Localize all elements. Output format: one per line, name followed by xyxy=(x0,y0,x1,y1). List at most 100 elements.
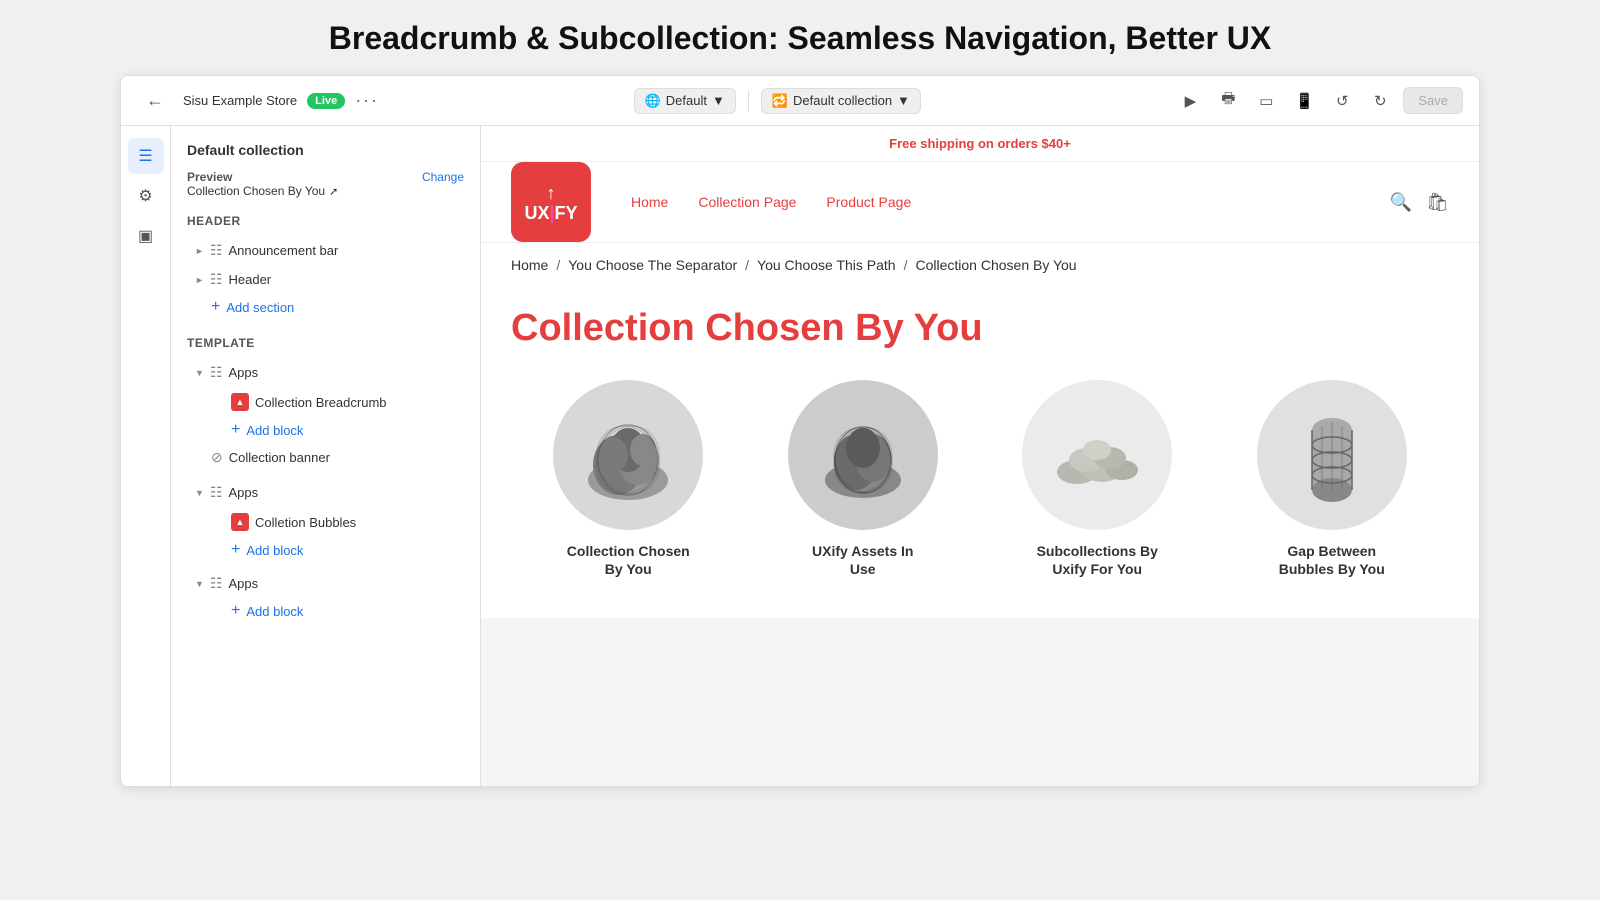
chevron-down-icon: ▼ xyxy=(712,93,725,108)
collection-bubbles-label: Colletion Bubbles xyxy=(255,515,356,530)
collection-banner-item[interactable]: ⊘ Collection banner xyxy=(187,443,464,472)
red-app-icon-bubbles: ▲ xyxy=(231,513,249,531)
add-block-1-button[interactable]: + Add block xyxy=(187,417,464,443)
grid-icon-apps2: ☷ xyxy=(210,484,223,501)
preview-label: Preview xyxy=(187,170,338,184)
collection-banner-label: Collection banner xyxy=(229,450,330,465)
store-icons: 🔍 🛍 xyxy=(1390,192,1449,213)
add-block-2-label: Add block xyxy=(246,543,303,558)
chevron-down-icon-2: ▼ xyxy=(897,93,910,108)
theme-label: Default xyxy=(666,93,707,108)
more-options-button[interactable]: ··· xyxy=(355,90,379,111)
product-card-1: Collection ChosenBy You xyxy=(511,370,746,588)
announcement-bar-label: Announcement bar xyxy=(228,243,338,258)
apps-group-3: ▼ ☷ Apps xyxy=(187,569,464,598)
product-img-2 xyxy=(788,380,938,530)
ban-icon: ⊘ xyxy=(211,449,223,466)
product-card-4: Gap BetweenBubbles By You xyxy=(1215,370,1450,588)
sidebar-icon-sections[interactable]: ☰ xyxy=(128,138,164,174)
page-title: Breadcrumb & Subcollection: Seamless Nav… xyxy=(329,20,1271,57)
plus-icon-3: + xyxy=(231,602,240,620)
plus-icon-section: + xyxy=(211,298,220,316)
back-icon[interactable]: ← xyxy=(137,83,173,119)
live-badge: Live xyxy=(307,93,345,109)
top-bar: ← Sisu Example Store Live ··· 🌐 Default … xyxy=(121,76,1479,126)
bc-sep-1: / xyxy=(556,257,560,273)
chevron-right-icon-2: ► xyxy=(195,275,204,285)
desktop-icon[interactable]: 🖶 xyxy=(1213,86,1243,116)
search-icon[interactable]: 🔍 xyxy=(1390,192,1412,213)
body-layout: ☰ ⚙ ▣ Default collection Preview Collect… xyxy=(121,126,1479,786)
grid-icon-announcement: ☷ xyxy=(210,242,223,259)
product-card-3: Subcollections ByUxify For You xyxy=(980,370,1215,588)
top-bar-right: ▶ 🖶 ▭ 📱 ↺ ↻ Save xyxy=(1175,86,1463,116)
sidebar-icon-settings[interactable]: ⚙ xyxy=(128,178,164,214)
store-nav: Home Collection Page Product Page xyxy=(631,194,911,210)
product-name-2: UXify Assets InUse xyxy=(812,542,913,578)
add-block-2-button[interactable]: + Add block xyxy=(187,537,464,563)
collection-dropdown[interactable]: 🔁 Default collection ▼ xyxy=(761,88,921,114)
collection-bubbles-item[interactable]: ▲ Colletion Bubbles xyxy=(187,507,464,537)
app-shell: ← Sisu Example Store Live ··· 🌐 Default … xyxy=(120,75,1480,787)
collection-title: Collection Chosen By You xyxy=(481,287,1479,360)
add-block-3-button[interactable]: + Add block xyxy=(187,598,464,624)
top-bar-center: 🌐 Default ▼ 🔁 Default collection ▼ xyxy=(634,88,921,114)
apps-group-2: ▼ ☷ Apps xyxy=(187,478,464,507)
header-label: Header xyxy=(228,272,271,287)
undo-icon[interactable]: ↺ xyxy=(1327,86,1357,116)
apps2-label: Apps xyxy=(228,485,258,500)
preview-value-text: Collection Chosen By You xyxy=(187,184,325,198)
announcement-bar-item[interactable]: ► ☷ Announcement bar xyxy=(187,236,464,265)
product-name-1: Collection ChosenBy You xyxy=(567,542,690,578)
add-block-1-label: Add block xyxy=(246,423,303,438)
breadcrumb-section: Home / You Choose The Separator / You Ch… xyxy=(481,242,1479,287)
cart-icon[interactable]: 🛍 xyxy=(1426,192,1449,213)
chevron-down-apps1[interactable]: ▼ xyxy=(195,368,204,378)
apps-group-1: ▼ ☷ Apps xyxy=(187,358,464,387)
free-shipping-bar: Free shipping on orders $40+ xyxy=(481,126,1479,162)
preview-row: Preview Collection Chosen By You ➚ Chang… xyxy=(187,170,464,198)
collection-breadcrumb-item[interactable]: ▲ Collection Breadcrumb xyxy=(187,387,464,417)
product-name-3: Subcollections ByUxify For You xyxy=(1037,542,1158,578)
add-section-label: Add section xyxy=(226,300,294,315)
main-content: Free shipping on orders $40+ ↑ UX|FY Hom… xyxy=(481,126,1479,786)
add-block-3-label: Add block xyxy=(246,604,303,619)
panel-collection-title: Default collection xyxy=(187,142,464,158)
tablet-icon[interactable]: ▭ xyxy=(1251,86,1281,116)
bc-current: Collection Chosen By You xyxy=(915,257,1076,273)
nav-collection-page[interactable]: Collection Page xyxy=(698,194,796,210)
redo-icon[interactable]: ↻ xyxy=(1365,86,1395,116)
collection-label: Default collection xyxy=(793,93,892,108)
bc-separator-item: You Choose The Separator xyxy=(568,257,737,273)
product-card-2: UXify Assets InUse xyxy=(746,370,981,588)
external-link-icon: ➚ xyxy=(329,185,338,198)
bc-path-item: You Choose This Path xyxy=(757,257,896,273)
save-button[interactable]: Save xyxy=(1403,87,1463,114)
nav-product-page[interactable]: Product Page xyxy=(826,194,911,210)
change-link[interactable]: Change xyxy=(422,170,464,184)
header-section-label: Header xyxy=(187,214,464,228)
sidebar-icon-apps[interactable]: ▣ xyxy=(128,218,164,254)
grid-icon-apps1: ☷ xyxy=(210,364,223,381)
theme-dropdown[interactable]: 🌐 Default ▼ xyxy=(634,88,736,114)
store-logo: ↑ UX|FY xyxy=(511,162,591,242)
cursor-icon[interactable]: ▶ xyxy=(1175,86,1205,116)
product-img-4 xyxy=(1257,380,1407,530)
store-name: Sisu Example Store xyxy=(183,93,297,108)
nav-home[interactable]: Home xyxy=(631,194,668,210)
bc-sep-2: / xyxy=(745,257,749,273)
add-section-button[interactable]: + Add section xyxy=(187,294,464,320)
product-img-3 xyxy=(1022,380,1172,530)
bc-sep-3: / xyxy=(904,257,908,273)
chevron-right-icon: ► xyxy=(195,246,204,256)
template-section-label: Template xyxy=(187,336,464,350)
header-item[interactable]: ► ☷ Header xyxy=(187,265,464,294)
collection-breadcrumb-label: Collection Breadcrumb xyxy=(255,395,387,410)
chevron-down-apps3[interactable]: ▼ xyxy=(195,579,204,589)
apps3-label: Apps xyxy=(228,576,258,591)
chevron-down-apps2[interactable]: ▼ xyxy=(195,488,204,498)
grid-icon-header: ☷ xyxy=(210,271,223,288)
mobile-icon[interactable]: 📱 xyxy=(1289,86,1319,116)
plus-icon-2: + xyxy=(231,541,240,559)
sidebar-icons: ☰ ⚙ ▣ xyxy=(121,126,171,786)
